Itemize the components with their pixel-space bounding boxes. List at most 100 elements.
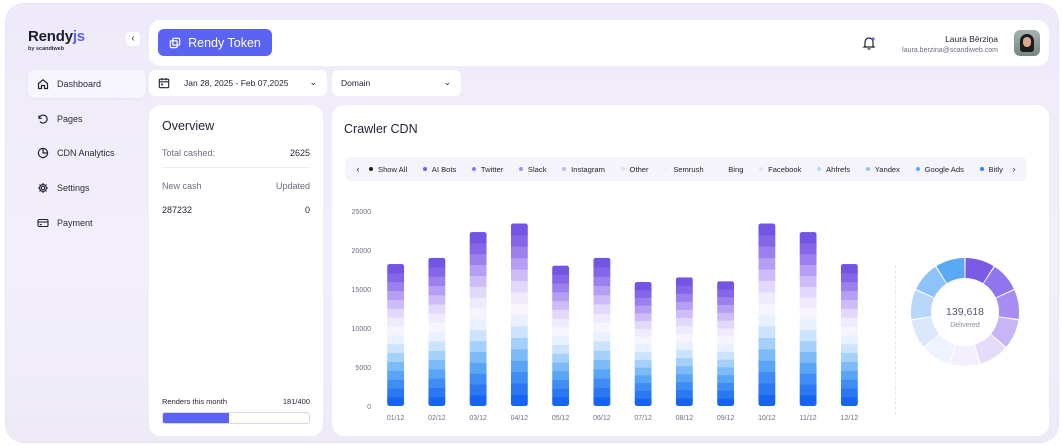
- legend-item[interactable]: Slack: [518, 165, 547, 174]
- bar-segment: [758, 337, 776, 350]
- legend-item[interactable]: AI Bots: [422, 165, 456, 174]
- sidebar-item-payment[interactable]: Payment: [28, 209, 146, 237]
- date-range-picker[interactable]: Jan 28, 2025 - Feb 07,2025 ⌄: [149, 70, 327, 96]
- legend-item[interactable]: Bing: [719, 165, 743, 174]
- bar-segment: [634, 336, 652, 345]
- legend-item[interactable]: Bitly: [979, 165, 1003, 174]
- bar-segment: [634, 328, 652, 337]
- avatar[interactable]: [1014, 30, 1040, 56]
- bar-segment: [510, 337, 528, 350]
- legend-item[interactable]: Twitter: [471, 165, 503, 174]
- bar-segment: [799, 384, 817, 396]
- bar-segment: [634, 398, 652, 406]
- bar-segment: [758, 303, 776, 316]
- bar-segment: [387, 317, 405, 327]
- bar-segment: [510, 394, 528, 407]
- bar-segment: [593, 350, 611, 361]
- bar-segment: [717, 398, 735, 406]
- bar[interactable]: [799, 232, 817, 407]
- new-cash-header-row: New cash Updated: [162, 181, 310, 191]
- bar[interactable]: [510, 223, 528, 407]
- bar[interactable]: [634, 281, 652, 406]
- bar-segment: [593, 257, 611, 268]
- bar-segment: [799, 253, 817, 266]
- domain-select[interactable]: Domain ⌄: [332, 70, 461, 96]
- legend-item[interactable]: Yandex: [865, 165, 900, 174]
- bar-segment: [387, 264, 405, 274]
- bar-segment: [840, 370, 858, 380]
- donut-slice[interactable]: [950, 344, 980, 366]
- bar[interactable]: [469, 232, 487, 407]
- crawler-cdn-title: Crawler CDN: [344, 122, 418, 136]
- bar-segment: [840, 272, 858, 283]
- bar-segment: [634, 359, 652, 368]
- legend-next-button[interactable]: ›: [1007, 164, 1021, 174]
- legend-item[interactable]: Semrush: [664, 165, 704, 174]
- bar-segment: [593, 322, 611, 333]
- sidebar-item-cdn-analytics[interactable]: CDN Analytics: [28, 139, 146, 167]
- bar-segment: [593, 267, 611, 277]
- bar-segment: [675, 381, 693, 391]
- bar-segment: [469, 373, 487, 385]
- bar[interactable]: [428, 257, 446, 407]
- bar-segment: [840, 308, 858, 318]
- total-cashed-label: Total cashed:: [162, 148, 216, 158]
- bar-segment: [717, 343, 735, 352]
- bar-segment: [593, 294, 611, 305]
- bar[interactable]: [675, 277, 693, 406]
- sidebar-item-pages[interactable]: Pages: [28, 105, 146, 133]
- bar[interactable]: [387, 264, 405, 407]
- bar-segment: [634, 351, 652, 360]
- legend-item[interactable]: Ahfrefs: [817, 165, 850, 174]
- legend-bar: ‹ Show All AI Bots Twitter Slack Instagram Ot…: [345, 157, 1027, 181]
- bar-segment: [717, 289, 735, 298]
- bar-segment: [634, 312, 652, 322]
- bar-segment: [428, 313, 446, 324]
- sidebar-item-settings[interactable]: Settings: [28, 174, 146, 202]
- bar[interactable]: [758, 223, 776, 407]
- bar-segment: [840, 281, 858, 292]
- bar-segment: [840, 343, 858, 354]
- bar[interactable]: [840, 264, 858, 407]
- bar-segment: [634, 343, 652, 353]
- bar[interactable]: [552, 265, 570, 407]
- bar-segment: [510, 383, 528, 395]
- bar-segment: [469, 308, 487, 320]
- legend-item[interactable]: Other: [620, 165, 649, 174]
- bar-segment: [717, 296, 735, 305]
- legend-prev-button[interactable]: ‹: [351, 164, 365, 174]
- bar-segment: [510, 303, 528, 316]
- x-tick-label: 04/12: [511, 415, 529, 422]
- legend-dot-icon: [915, 167, 920, 171]
- legend-item-label: Show All: [378, 164, 408, 174]
- legend-item[interactable]: Instagram: [562, 165, 605, 174]
- bar-segment: [634, 382, 652, 391]
- rendy-token-button[interactable]: Rendy Token: [158, 29, 272, 56]
- bar-segment: [840, 335, 858, 345]
- bar-segment: [634, 320, 652, 329]
- bar-segment: [675, 357, 693, 367]
- brand-name-accent: js: [72, 28, 85, 45]
- home-icon: [37, 79, 49, 90]
- sidebar-item-dashboard[interactable]: Dashboard: [28, 70, 146, 98]
- sidebar-item-label: Settings: [57, 183, 90, 194]
- x-tick-label: 12/12: [841, 415, 859, 422]
- delivered-donut-chart: [911, 258, 1019, 366]
- legend-item[interactable]: Facebook: [759, 165, 801, 174]
- legend-item[interactable]: Google Ads: [915, 165, 964, 174]
- notification-bell-icon[interactable]: [861, 35, 877, 51]
- bar-segment: [428, 294, 446, 305]
- bar-segment: [799, 242, 817, 255]
- bar-segment: [428, 341, 446, 351]
- legend-dot-icon: [471, 167, 476, 171]
- legend-item[interactable]: Show All: [369, 165, 407, 174]
- collapse-sidebar-button[interactable]: ‹: [126, 32, 140, 46]
- bar[interactable]: [593, 257, 611, 407]
- rendy-token-label: Rendy Token: [188, 35, 261, 50]
- bar-segment: [840, 352, 858, 363]
- bar-segment: [428, 267, 446, 277]
- bar-segment: [469, 329, 487, 342]
- new-cash-value: 287232: [162, 205, 193, 215]
- brand-logo[interactable]: Rendyjs by scandiweb: [28, 28, 85, 52]
- bar[interactable]: [717, 281, 735, 406]
